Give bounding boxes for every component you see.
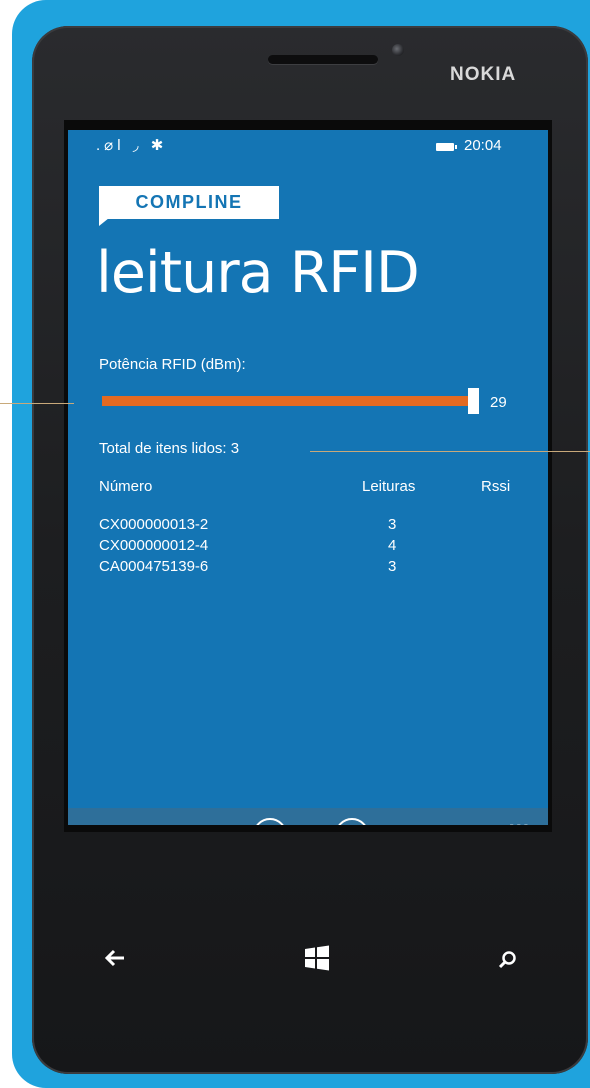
power-slider-thumb[interactable] xyxy=(468,388,479,414)
search-icon[interactable] xyxy=(498,950,518,976)
battery-icon xyxy=(436,143,457,151)
power-value: 29 xyxy=(490,394,507,411)
table-row[interactable]: CX000000013-2 3 xyxy=(68,516,548,536)
wifi-icon: ◞ xyxy=(132,137,143,154)
cell-numero: CX000000012-4 xyxy=(99,537,209,554)
front-camera xyxy=(392,44,404,56)
column-header-leituras: Leituras xyxy=(362,478,416,495)
eraser-icon xyxy=(253,818,287,825)
status-time: 20:04 xyxy=(464,137,502,154)
cell-leituras: 3 xyxy=(388,558,397,575)
callout-line-right xyxy=(310,451,590,452)
status-icons: .⌀l ◞ ✱ xyxy=(96,136,167,154)
clear-button[interactable]: limpar xyxy=(240,818,300,825)
windows-icon[interactable] xyxy=(304,945,330,977)
power-label: Potência RFID (dBm): xyxy=(99,356,246,373)
back-icon[interactable] xyxy=(104,948,126,974)
app-bar: ... limpar filtro xyxy=(68,808,548,825)
brand-logo: NOKIA xyxy=(450,64,517,85)
page-title: leitura RFID xyxy=(96,240,420,306)
app-screen: .⌀l ◞ ✱ 20:04 COMPLINE leitura RFID Potê… xyxy=(68,130,548,825)
table-row[interactable]: CA000475139-6 3 xyxy=(68,558,548,578)
signal-icon: .⌀l xyxy=(96,137,125,154)
filter-button[interactable]: filtro xyxy=(322,818,382,825)
power-slider-track[interactable] xyxy=(102,396,474,406)
cell-leituras: 4 xyxy=(388,537,397,554)
filter-icon xyxy=(335,818,369,825)
total-items-label: Total de itens lidos: 3 xyxy=(99,440,240,457)
bluetooth-icon: ✱ xyxy=(150,137,168,154)
more-options-button[interactable]: ... xyxy=(509,808,530,825)
table-row[interactable]: CX000000012-4 4 xyxy=(68,537,548,557)
callout-line-left xyxy=(0,403,74,404)
logo-tail xyxy=(99,218,109,226)
company-logo: COMPLINE xyxy=(99,186,279,219)
cell-numero: CA000475139-6 xyxy=(99,558,209,575)
cell-numero: CX000000013-2 xyxy=(99,516,209,533)
speaker-grille xyxy=(268,55,378,64)
column-header-numero: Número xyxy=(99,478,153,495)
status-bar: .⌀l ◞ ✱ 20:04 xyxy=(68,130,548,162)
cell-leituras: 3 xyxy=(388,516,397,533)
column-header-rssi: Rssi xyxy=(481,478,511,495)
